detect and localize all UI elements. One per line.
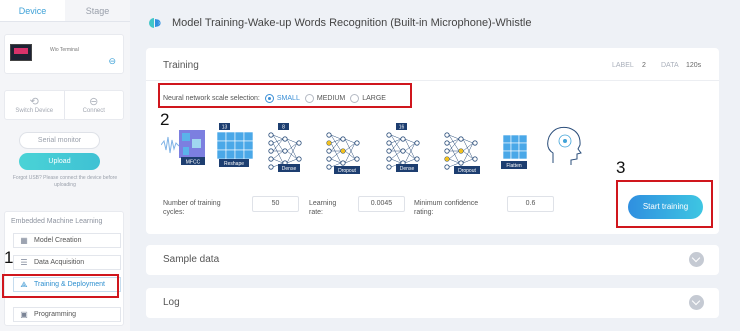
connect-label: Connect — [82, 108, 105, 114]
page-title: Model Training-Wake-up Words Recognition… — [172, 17, 532, 29]
log-title: Log — [163, 297, 180, 308]
dense2-badge: 16 — [399, 125, 405, 131]
network-pipeline-diagram: MFCC 13 Reshape 8 Dense Dropout 16 Dense — [161, 123, 582, 174]
embedded-ml-section: Embedded Machine Learning ▦ Model Creati… — [4, 211, 124, 326]
section-title: Embedded Machine Learning — [11, 218, 103, 225]
log-panel[interactable]: Log — [146, 288, 719, 318]
training-title: Training — [163, 60, 199, 71]
reshape-badge: 13 — [222, 125, 228, 131]
switch-device-button[interactable]: ⟲ Switch Device — [5, 91, 65, 119]
flatten-label: Flatten — [506, 163, 522, 169]
highlight-box-training-menu — [2, 274, 119, 298]
menu-item-label: Data Acquisition — [34, 259, 85, 266]
data-bars-icon: ☰ — [20, 258, 28, 267]
sidebar-tabs: Device Stage — [0, 0, 130, 22]
switch-device-label: Switch Device — [15, 108, 54, 114]
learning-rate-input[interactable]: 0.0045 — [358, 196, 405, 212]
reshape-label: Reshape — [224, 161, 244, 167]
device-thumbnail — [10, 44, 32, 61]
annotation-number-2: 2 — [160, 110, 170, 129]
device-card[interactable]: Wio Terminal ⊖ — [4, 34, 124, 74]
label-key: LABEL — [612, 62, 634, 69]
tab-stage[interactable]: Stage — [65, 0, 130, 21]
data-key: DATA — [661, 62, 679, 69]
dense2-label: Dense — [400, 166, 415, 172]
device-controls: ⟲ Switch Device ⊖ Connect — [4, 90, 124, 120]
menu-item-model-creation[interactable]: ▦ Model Creation — [13, 233, 121, 248]
dense1-badge: 8 — [282, 125, 285, 131]
sample-data-panel[interactable]: Sample data — [146, 245, 719, 275]
confidence-label: Minimum confidence rating: — [414, 200, 479, 216]
window-icon: ▣ — [20, 310, 28, 319]
cycles-label: Number of training cycles: — [163, 200, 221, 216]
connect-button[interactable]: ⊖ Connect — [65, 91, 124, 119]
label-value: 2 — [642, 62, 646, 69]
annotation-number-1: 1 — [4, 248, 14, 267]
ai-head-icon — [547, 126, 582, 165]
confidence-input[interactable]: 0.6 — [507, 196, 554, 212]
app-logo-icon — [149, 18, 161, 28]
annotation-number-3: 3 — [616, 158, 626, 177]
upload-button[interactable]: Upload — [19, 153, 100, 170]
cycles-input[interactable]: 50 — [252, 196, 299, 212]
upload-hint: Forgot USB? Please connect the device be… — [12, 175, 118, 188]
menu-item-label: Programming — [34, 311, 77, 318]
tab-device[interactable]: Device — [0, 0, 65, 21]
sample-data-title: Sample data — [163, 254, 220, 265]
mfcc-label: MFCC — [186, 160, 201, 166]
highlight-box-nn-scale — [158, 83, 412, 108]
chevron-down-icon[interactable] — [689, 295, 704, 310]
learning-rate-label: Learning rate: — [309, 200, 337, 216]
dense1-label: Dense — [282, 166, 297, 172]
menu-item-programming[interactable]: ▣ Programming — [13, 307, 121, 322]
menu-item-data-acquisition[interactable]: ☰ Data Acquisition — [13, 255, 121, 270]
menu-item-label: Model Creation — [34, 237, 82, 244]
connect-link-icon: ⊖ — [89, 96, 99, 108]
dropout1-label: Dropout — [338, 168, 356, 174]
dropout2-label: Dropout — [458, 168, 476, 174]
serial-monitor-button[interactable]: Serial monitor — [19, 132, 100, 149]
divider — [146, 80, 719, 81]
data-value: 120s — [686, 62, 702, 69]
device-name: Wio Terminal — [50, 47, 79, 53]
link-icon[interactable]: ⊖ — [108, 56, 116, 67]
switch-icon: ⟲ — [29, 96, 39, 108]
chevron-down-icon[interactable] — [689, 252, 704, 267]
highlight-box-start-training — [616, 180, 713, 228]
model-grid-icon: ▦ — [20, 236, 28, 245]
